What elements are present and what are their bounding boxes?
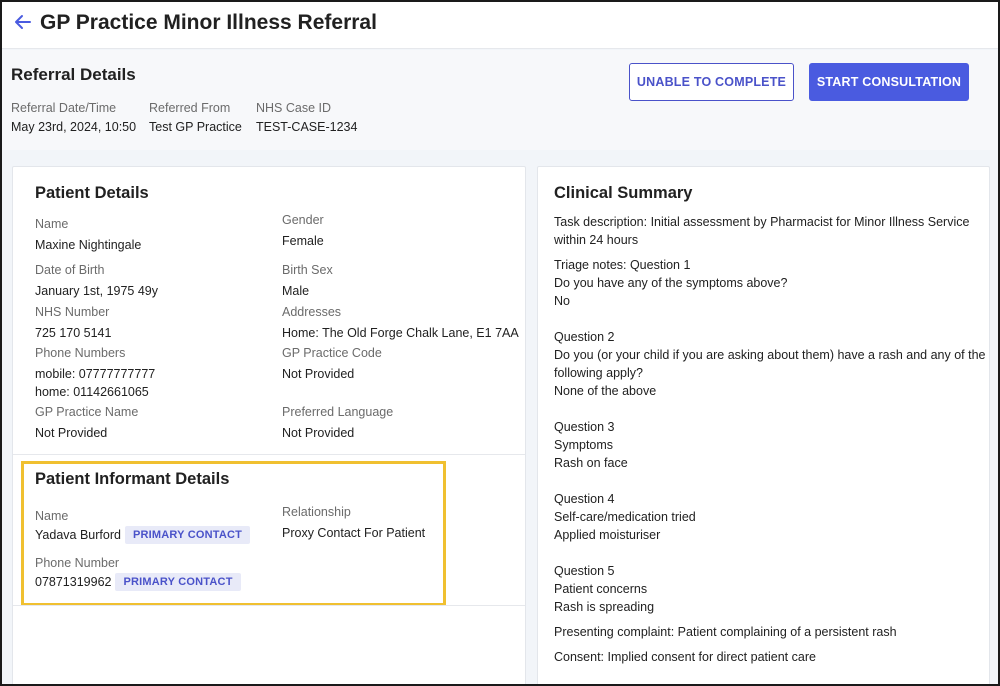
gp-practice-code-field: GP Practice Code Not Provided (282, 346, 382, 383)
informant-phone-value: 07871319962 (35, 575, 112, 589)
question-3-text: Symptoms (554, 438, 614, 452)
informant-relationship-label: Relationship (282, 505, 351, 519)
unable-to-complete-button[interactable]: UNABLE TO COMPLETE (629, 63, 794, 101)
patient-gender-label: Gender (282, 213, 324, 227)
section-divider (13, 454, 525, 455)
question-5: Question 5 Patient concerns Rash is spre… (554, 562, 986, 616)
question-4-answer: Applied moisturiser (554, 528, 661, 542)
question-2-text: following apply? (554, 366, 643, 380)
question-3-title: Question 3 (554, 420, 615, 434)
referred-from-label: Referred From (149, 101, 231, 115)
informant-name-field: Name Yadava Burford PRIMARY CONTACT (35, 509, 251, 544)
referral-date-label: Referral Date/Time (11, 101, 117, 115)
question-2-answer: None of the above (554, 384, 657, 398)
preferred-language-field: Preferred Language Not Provided (282, 405, 393, 442)
informant-details-title: Patient Informant Details (35, 470, 230, 488)
question-1-title: Triage notes: Question 1 (554, 258, 691, 272)
patient-phone-home: home: 01142661065 (35, 385, 149, 399)
primary-contact-badge: PRIMARY CONTACT (115, 573, 241, 591)
clinical-summary-title: Clinical Summary (554, 184, 693, 202)
nhs-case-id-value: TEST-CASE-1234 (256, 120, 358, 134)
gp-practice-code-value: Not Provided (282, 367, 355, 381)
question-2-title: Question 2 (554, 330, 615, 344)
gp-practice-name-label: GP Practice Name (35, 405, 139, 419)
question-3-answer: Rash on face (554, 456, 628, 470)
clinical-summary-content: Task description: Initial assessment by … (554, 213, 986, 673)
patient-gender-value: Female (282, 234, 324, 248)
patient-nhs-number-field: NHS Number 725 170 5141 (35, 305, 111, 342)
nhs-case-id-field: NHS Case ID TEST-CASE-1234 (256, 101, 357, 134)
top-bar: GP Practice Minor Illness Referral (2, 2, 998, 49)
task-description: Task description: Initial assessment by … (554, 213, 986, 249)
informant-relationship-field: Relationship Proxy Contact For Patient (282, 505, 425, 542)
task-description-line: within 24 hours (554, 233, 639, 247)
page-title: GP Practice Minor Illness Referral (40, 11, 377, 34)
task-description-line: Task description: Initial assessment by … (554, 215, 970, 229)
question-4-text: Self-care/medication tried (554, 510, 696, 524)
consent: Consent: Implied consent for direct pati… (554, 648, 986, 666)
referral-details-title: Referral Details (11, 65, 136, 84)
app-window: GP Practice Minor Illness Referral Refer… (0, 0, 1000, 686)
informant-phone-label: Phone Number (35, 556, 120, 570)
referral-details-section: Referral Details Referral Date/Time May … (2, 50, 998, 150)
question-4-title: Question 4 (554, 492, 615, 506)
patient-birth-sex-label: Birth Sex (282, 263, 333, 277)
patient-birth-sex-value: Male (282, 284, 310, 298)
patient-phone-numbers-field: Phone Numbers mobile: 07777777777 home: … (35, 346, 155, 401)
referred-from-value: Test GP Practice (149, 120, 242, 134)
patient-name-value: Maxine Nightingale (35, 238, 142, 252)
gp-practice-code-label: GP Practice Code (282, 346, 382, 360)
patient-name-label: Name (35, 217, 69, 231)
referral-date-value: May 23rd, 2024, 10:50 (11, 120, 137, 134)
patient-nhs-number-value: 725 170 5141 (35, 326, 112, 340)
nhs-case-id-label: NHS Case ID (256, 101, 332, 115)
patient-address-field: Addresses Home: The Old Forge Chalk Lane… (282, 305, 519, 342)
patient-details-title: Patient Details (35, 184, 149, 202)
patient-address-value: Home: The Old Forge Chalk Lane, E1 7AA (282, 326, 519, 340)
start-consultation-button[interactable]: START CONSULTATION (809, 63, 969, 101)
patient-name-field: Name Maxine Nightingale (35, 217, 141, 254)
patient-dob-value: January 1st, 1975 49y (35, 284, 158, 298)
question-2-text: Do you (or your child if you are asking … (554, 348, 986, 362)
informant-name-label: Name (35, 509, 69, 523)
question-5-title: Question 5 (554, 564, 615, 578)
patient-phone-numbers-label: Phone Numbers (35, 346, 126, 360)
question-5-text: Patient concerns (554, 582, 648, 596)
referral-date-field: Referral Date/Time May 23rd, 2024, 10:50 (11, 101, 136, 134)
informant-relationship-value: Proxy Contact For Patient (282, 526, 426, 540)
patient-address-label: Addresses (282, 305, 342, 319)
question-3: Question 3 Symptoms Rash on face (554, 418, 986, 472)
question-1: Triage notes: Question 1 Do you have any… (554, 256, 986, 310)
presenting-complaint-text: Presenting complaint: Patient complainin… (554, 625, 897, 639)
patient-nhs-number-label: NHS Number (35, 305, 110, 319)
consent-text: Consent: Implied consent for direct pati… (554, 650, 816, 664)
preferred-language-label: Preferred Language (282, 405, 394, 419)
patient-details-card: Patient Details Name Maxine Nightingale … (12, 166, 526, 684)
patient-phone-numbers-value: mobile: 07777777777 home: 01142661065 (35, 365, 155, 401)
informant-name-value: Yadava Burford (35, 528, 121, 542)
question-1-answer: No (554, 294, 570, 308)
patient-dob-label: Date of Birth (35, 263, 105, 277)
primary-contact-badge: PRIMARY CONTACT (124, 526, 251, 544)
patient-dob-field: Date of Birth January 1st, 1975 49y (35, 263, 158, 300)
presenting-complaint: Presenting complaint: Patient complainin… (554, 623, 986, 641)
preferred-language-value: Not Provided (282, 426, 355, 440)
question-2: Question 2 Do you (or your child if you … (554, 328, 986, 400)
gp-practice-name-field: GP Practice Name Not Provided (35, 405, 138, 442)
question-1-text: Do you have any of the symptoms above? (554, 276, 788, 290)
referred-from-field: Referred From Test GP Practice (149, 101, 242, 134)
section-divider (13, 605, 525, 606)
clinical-summary-card: Clinical Summary Task description: Initi… (537, 166, 990, 684)
question-4: Question 4 Self-care/medication tried Ap… (554, 490, 986, 544)
patient-phone-mobile: mobile: 07777777777 (35, 367, 156, 381)
informant-phone-field: Phone Number 07871319962 PRIMARY CONTACT (35, 556, 241, 591)
question-5-answer: Rash is spreading (554, 600, 655, 614)
patient-gender-field: Gender Female (282, 213, 324, 250)
patient-birth-sex-field: Birth Sex Male (282, 263, 333, 300)
arrow-left-icon[interactable] (13, 12, 33, 32)
gp-practice-name-value: Not Provided (35, 426, 108, 440)
